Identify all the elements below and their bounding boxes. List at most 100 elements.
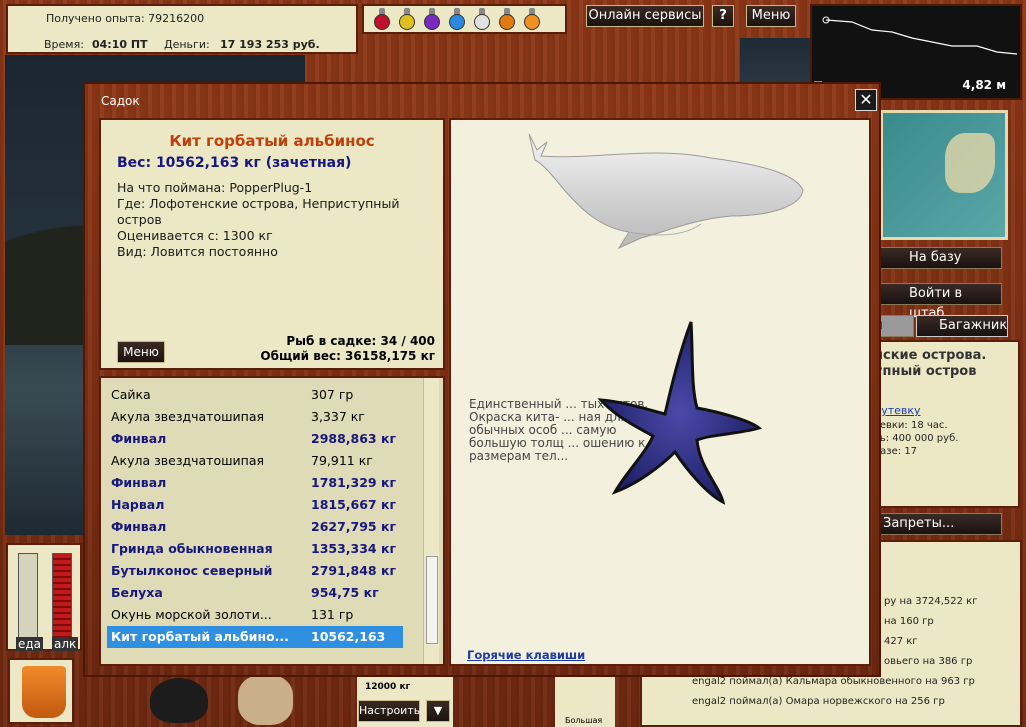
potion-icon[interactable]	[397, 8, 417, 30]
fish-menu-button[interactable]: Меню	[117, 341, 165, 363]
distance-readout: 4,82 м	[962, 78, 1006, 92]
bucket-icon[interactable]	[8, 658, 74, 724]
fish-row-weight: 1815,667 кг	[311, 497, 396, 512]
sea-scene-right	[740, 38, 812, 88]
alcohol-bar	[52, 553, 72, 638]
keepnet-dialog: Садок ✕ Кит горбатый альбинос Вес: 10562…	[83, 82, 881, 677]
fish-list-row[interactable]: Гринда обыкновенная 1353,334 кг	[107, 538, 403, 560]
money-label: Деньги:	[164, 38, 210, 51]
fish-row-name: Кит горбатый альбино...	[111, 629, 289, 644]
help-button[interactable]: ?	[712, 5, 734, 27]
fish-row-weight: 2791,848 кг	[311, 563, 396, 578]
location-title-line1: нские острова.	[874, 348, 987, 363]
fish-view-panel: Единственный ... тых китов. Окраска кита…	[449, 118, 871, 666]
permit-cost: ть: 400 000 руб.	[874, 433, 959, 444]
fish-row-name: Акула звездчатошипая	[111, 409, 265, 424]
potion-icon[interactable]	[522, 8, 542, 30]
hotkeys-link[interactable]: Горячие клавиши	[467, 648, 585, 662]
online-services-button[interactable]: Онлайн сервисы	[586, 5, 704, 27]
tackle-capacity: 12000 кг	[365, 682, 411, 692]
fish-list-row-selected[interactable]: Кит горбатый альбино... 10562,163	[107, 626, 403, 648]
fish-info-panel: Кит горбатый альбинос Вес: 10562,163 кг …	[99, 118, 445, 370]
fish-list: Сайка 307 гр Акула звездчатошипая 3,337 кг Ф…	[99, 376, 445, 666]
fish-row-name: Нарвал	[111, 497, 165, 512]
fish-row-weight: 954,75 кг	[311, 585, 379, 600]
setup-tackle-button[interactable]: Настроить	[358, 700, 420, 722]
fish-row-name: Бутылконос северный	[111, 563, 273, 578]
potion-icon[interactable]	[447, 8, 467, 30]
fish-list-row[interactable]: Финвал 1781,329 кг	[107, 472, 403, 494]
feed-line: engal2 поймал(а) Омара норвежского на 25…	[692, 696, 945, 707]
experience-text: Получено опыта: 79216200	[46, 12, 205, 25]
fish-list-row[interactable]: Сайка 307 гр	[107, 384, 403, 406]
fish-row-weight: 307 гр	[311, 387, 354, 402]
player-info-panel: Получено опыта: 79216200 Время: 04:10 ПТ…	[6, 4, 358, 54]
fish-kind: Вид: Ловится постоянно	[117, 244, 278, 259]
fish-row-name: Финвал	[111, 519, 167, 534]
status-bars-panel: еда алк	[6, 543, 82, 651]
fish-list-row[interactable]: Финвал 2627,795 кг	[107, 516, 403, 538]
location-map[interactable]	[880, 110, 1008, 240]
fish-row-name: Сайка	[111, 387, 151, 402]
trunk-button[interactable]: Багажник	[916, 315, 1008, 337]
fish-row-name: Окунь морской золоти...	[111, 607, 272, 622]
fish-location: Где: Лофотенские острова, Неприступный	[117, 196, 400, 211]
keepnet-count: Рыб в садке: 34 / 400	[286, 334, 435, 348]
feed-line: овьего на 386 гр	[884, 656, 973, 667]
fish-list-row[interactable]: Окунь морской золоти... 131 гр	[107, 604, 403, 626]
potion-icon[interactable]	[422, 8, 442, 30]
feed-line: на 160 гр	[884, 616, 934, 627]
whale-image	[528, 133, 804, 250]
fish-list-row[interactable]: Белуха 954,75 кг	[107, 582, 403, 604]
fish-row-name: Акула звездчатошипая	[111, 453, 265, 468]
sack-icon[interactable]	[238, 675, 293, 725]
fish-list-row[interactable]: Акула звездчатошипая 79,911 кг	[107, 450, 403, 472]
fish-row-name: Финвал	[111, 431, 167, 446]
money-value: 17 193 253 руб.	[220, 38, 320, 51]
food-label: еда	[16, 637, 44, 651]
fish-row-weight: 2627,795 кг	[311, 519, 396, 534]
close-icon[interactable]: ✕	[855, 89, 877, 111]
location-panel: нские острова. упный остров путевку тевк…	[868, 340, 1020, 508]
main-menu-button[interactable]: Меню	[746, 5, 796, 27]
fish-row-name: Гринда обыкновенная	[111, 541, 273, 556]
scrollbar-thumb[interactable]	[426, 556, 438, 644]
fish-row-weight: 79,911 кг	[311, 453, 373, 468]
feed-line: engal2 поймал(а) Кальмара обыкновенного …	[692, 676, 975, 687]
bait-panel[interactable]: Большая	[555, 672, 615, 727]
fish-list-row[interactable]: Акула звездчатошипая 3,337 кг	[107, 406, 403, 428]
fish-row-weight: 1353,334 кг	[311, 541, 396, 556]
fish-row-weight: 10562,163	[311, 629, 386, 644]
starfish-image	[597, 321, 763, 505]
fish-list-row[interactable]: Бутылконос северный 2791,848 кг	[107, 560, 403, 582]
time-value: 04:10 ПТ	[92, 38, 148, 51]
potions-bar	[362, 4, 567, 34]
fish-row-weight: 2988,863 кг	[311, 431, 396, 446]
keepnet-total-weight: Общий вес: 36158,175 кг	[260, 349, 435, 363]
alcohol-label: алк	[52, 637, 79, 651]
fish-row-weight: 131 гр	[311, 607, 354, 622]
location-title-line2: упный остров	[874, 364, 977, 379]
fish-rating-threshold: Оценивается с: 1300 кг	[117, 228, 273, 243]
go-to-base-button[interactable]: На базу	[880, 247, 1002, 269]
tackle-dropdown-button[interactable]: ▼	[426, 700, 450, 722]
dialog-title: Садок	[101, 94, 140, 108]
fish-list-row[interactable]: Нарвал 1815,667 кг	[107, 494, 403, 516]
feed-line: 427 кг	[884, 636, 918, 647]
bait-label: Большая	[565, 716, 603, 725]
fish-location-cont: остров	[117, 212, 162, 227]
permit-duration: тевки: 18 час.	[874, 420, 948, 431]
potion-icon[interactable]	[472, 8, 492, 30]
list-scrollbar[interactable]	[423, 378, 439, 664]
enter-hq-button[interactable]: Войти в штаб	[880, 283, 1002, 321]
restrictions-button[interactable]: Запреты...	[878, 513, 1002, 535]
fish-row-name: Финвал	[111, 475, 167, 490]
fish-row-weight: 3,337 кг	[311, 409, 365, 424]
fish-name: Кит горбатый альбинос	[169, 132, 375, 150]
fish-row-weight: 1781,329 кг	[311, 475, 396, 490]
fish-weight: Вес: 10562,163 кг (зачетная)	[117, 155, 352, 171]
cauldron-icon[interactable]	[150, 678, 208, 723]
potion-icon[interactable]	[497, 8, 517, 30]
potion-icon[interactable]	[372, 8, 392, 30]
fish-list-row[interactable]: Финвал 2988,863 кг	[107, 428, 403, 450]
